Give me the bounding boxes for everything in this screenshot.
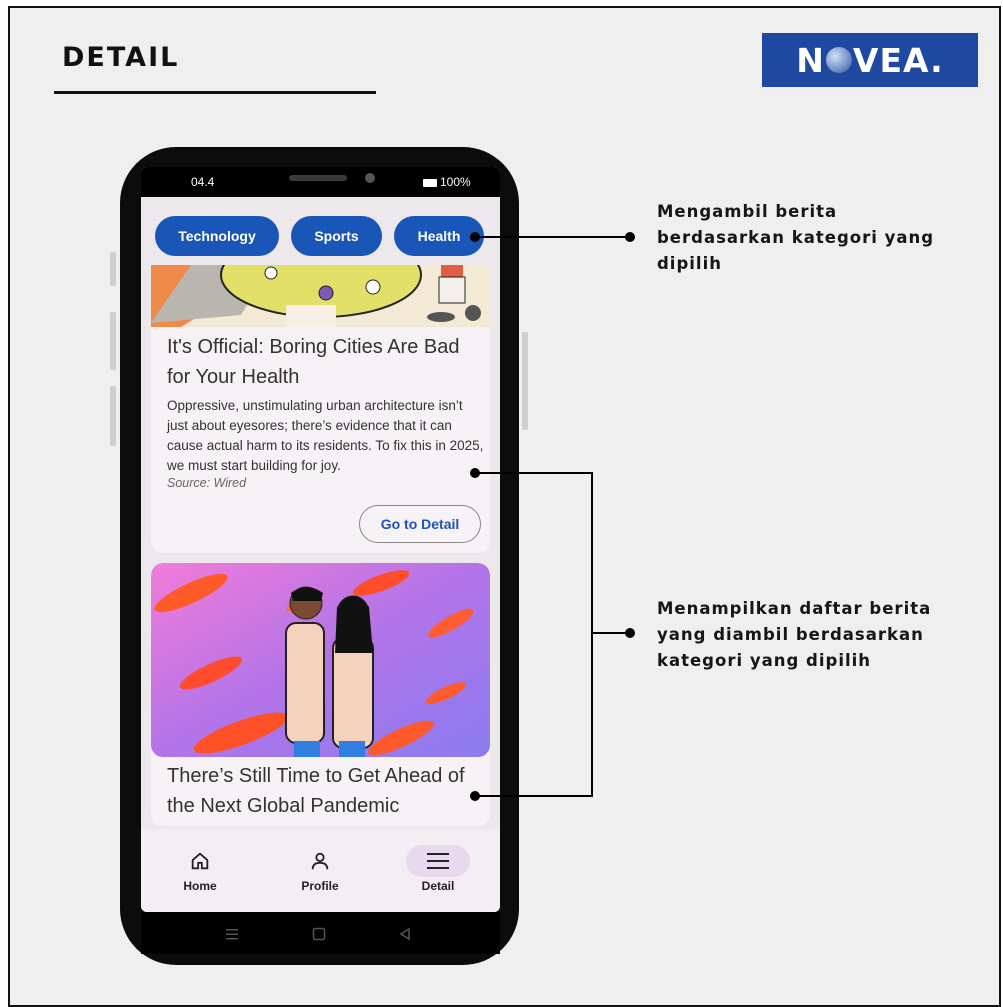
article-description: Oppressive, unstimulating urban architec… — [167, 398, 484, 473]
volume-button-3 — [110, 386, 116, 446]
camera-icon — [365, 173, 375, 183]
nav-label-detail: Detail — [421, 879, 455, 893]
nav-label-profile: Profile — [301, 879, 339, 893]
article-headline[interactable]: There’s Still Time to Get Ahead of the N… — [167, 761, 482, 821]
connector-line — [591, 472, 593, 797]
go-to-detail-button[interactable]: Go to Detail — [359, 505, 481, 543]
home-icon — [160, 849, 240, 873]
article-image — [151, 563, 490, 757]
nav-item-profile[interactable]: Profile — [280, 849, 360, 893]
category-sports[interactable]: Sports — [291, 216, 382, 256]
globe-icon — [825, 47, 852, 73]
menu-icon — [398, 849, 478, 873]
speaker-grille — [289, 175, 347, 181]
phone-screen: 04.4 100% Technology Sports Health It's … — [141, 167, 500, 912]
nav-item-home[interactable]: Home — [160, 849, 240, 893]
volume-button-2 — [110, 312, 116, 370]
logo-text-left: N — [796, 40, 825, 80]
battery-indicator: 100% — [423, 175, 471, 189]
battery-level: 100% — [440, 175, 471, 189]
logo-text-right: VEA. — [852, 40, 944, 80]
article-image — [151, 265, 490, 327]
status-time: 04.4 — [191, 175, 215, 189]
connector-line — [475, 472, 593, 474]
nav-item-detail[interactable]: Detail — [398, 849, 478, 893]
connector-line — [475, 795, 593, 797]
title-underline — [54, 91, 376, 94]
article-headline[interactable]: It's Official: Boring Cities Are Bad for… — [167, 332, 482, 392]
system-navigation-bar — [141, 912, 500, 954]
power-button — [522, 332, 528, 430]
page-title: DETAIL — [62, 42, 180, 73]
volume-button-1 — [110, 252, 116, 286]
annotation-list: Menampilkan daftar berita yang diambil b… — [657, 599, 932, 670]
recents-icon[interactable] — [225, 927, 239, 941]
home-square-icon[interactable] — [312, 927, 326, 941]
connector-dot — [470, 232, 480, 242]
news-card: There’s Still Time to Get Ahead of the N… — [151, 563, 490, 826]
back-triangle-icon[interactable] — [398, 927, 412, 941]
annotation-category: Mengambil berita berdasarkan kategori ya… — [657, 202, 935, 273]
connector-dot — [625, 628, 635, 638]
novea-logo: N VEA. — [762, 33, 978, 87]
connector-dot — [470, 791, 480, 801]
news-card: It's Official: Boring Cities Are Bad for… — [151, 265, 490, 553]
nav-label-home: Home — [183, 879, 217, 893]
battery-icon — [423, 178, 437, 187]
person-icon — [280, 849, 360, 873]
category-technology[interactable]: Technology — [155, 216, 279, 256]
status-bar: 04.4 100% — [141, 167, 500, 197]
connector-dot — [470, 468, 480, 478]
connector-dot — [625, 232, 635, 242]
connector-line — [475, 236, 630, 238]
article-source: Source: Wired — [167, 476, 247, 490]
bottom-navigation: Home Profile Detail — [141, 829, 500, 912]
